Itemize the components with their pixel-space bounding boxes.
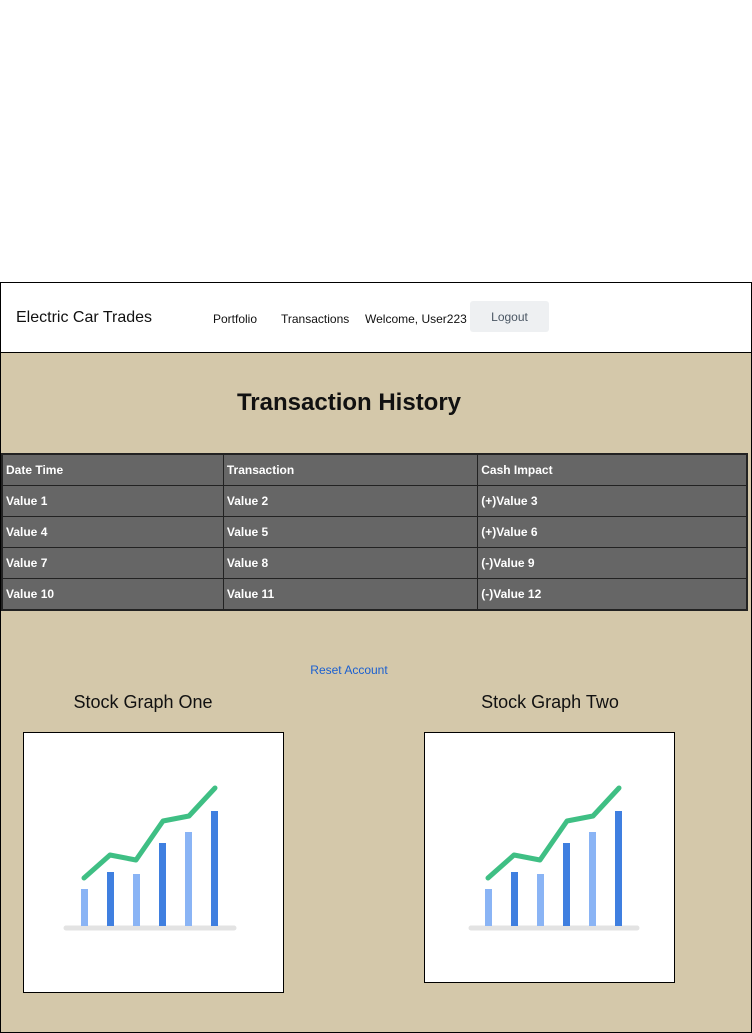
column-header-date-time: Date Time bbox=[1, 453, 224, 486]
table-cell: Value 8 bbox=[222, 547, 479, 579]
column-header-cash-impact: Cash Impact bbox=[477, 453, 748, 486]
table-row: Value 10 Value 11 (-)Value 12 bbox=[1, 578, 748, 611]
graph-two-title: Stock Graph Two bbox=[481, 692, 619, 712]
table-cell: (-)Value 12 bbox=[477, 578, 748, 611]
table-cell: Value 10 bbox=[1, 578, 224, 611]
table-row: Value 4 Value 5 (+)Value 6 bbox=[1, 516, 748, 548]
table-cell: Value 1 bbox=[1, 485, 224, 517]
logout-button[interactable]: Logout bbox=[470, 301, 549, 332]
brand-title: Electric Car Trades bbox=[16, 309, 153, 326]
page-title: Transaction History bbox=[236, 389, 462, 416]
app-frame: Electric Car Trades Portfolio Transactio… bbox=[0, 282, 752, 1033]
navbar: Electric Car Trades Portfolio Transactio… bbox=[1, 283, 751, 353]
table-cell: (-)Value 9 bbox=[477, 547, 748, 579]
table-row: Value 7 Value 8 (-)Value 9 bbox=[1, 547, 748, 579]
table-cell: (+)Value 6 bbox=[477, 516, 748, 548]
graph-one-title: Stock Graph One bbox=[73, 692, 213, 712]
bar-line-chart-icon bbox=[468, 785, 640, 931]
table-cell: Value 11 bbox=[222, 578, 479, 611]
transaction-table: Date Time Transaction Cash Impact Value … bbox=[1, 453, 748, 611]
table-cell: (+)Value 3 bbox=[477, 485, 748, 517]
table-header-row: Date Time Transaction Cash Impact bbox=[1, 453, 748, 486]
stock-graph-one bbox=[23, 732, 284, 993]
table-cell: Value 4 bbox=[1, 516, 224, 548]
nav-link-portfolio[interactable]: Portfolio bbox=[213, 312, 257, 326]
table-cell: Value 7 bbox=[1, 547, 224, 579]
stock-graph-two bbox=[424, 732, 675, 983]
bar-line-chart-icon bbox=[63, 785, 237, 931]
welcome-text: Welcome, User223 bbox=[365, 312, 467, 326]
table-cell: Value 2 bbox=[222, 485, 479, 517]
nav-link-transactions[interactable]: Transactions bbox=[281, 312, 349, 326]
table-row: Value 1 Value 2 (+)Value 3 bbox=[1, 485, 748, 517]
table-cell: Value 5 bbox=[222, 516, 479, 548]
column-header-transaction: Transaction bbox=[222, 453, 479, 486]
reset-account-link[interactable]: Reset Account bbox=[1, 663, 697, 677]
